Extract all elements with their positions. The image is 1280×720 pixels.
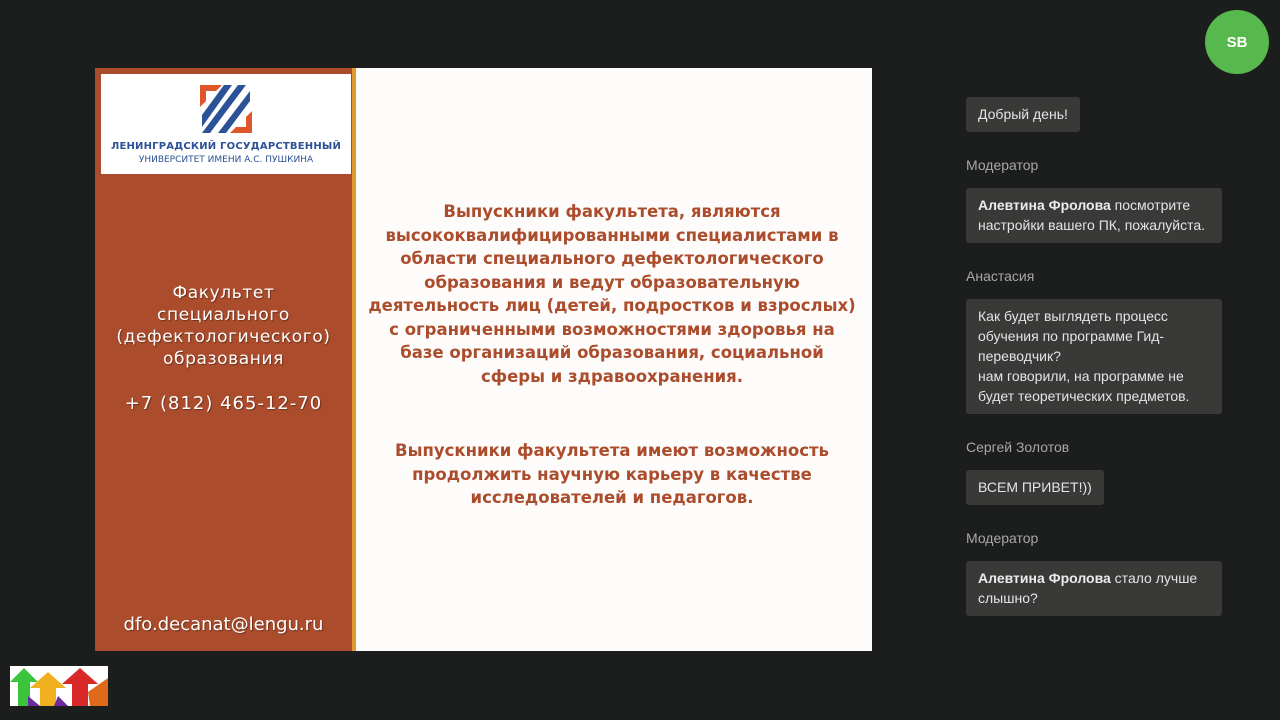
contact-phone: +7 (812) 465-12-70 xyxy=(124,393,323,414)
paragraph-line: сферы и здравоохранения. xyxy=(480,366,744,386)
chat-panel: Добрый день! Модератор Алевтина Фролова … xyxy=(966,97,1226,640)
paragraph-line: образования и ведут образовательную xyxy=(424,272,800,292)
faculty-name: Факультет специального (дефектологическо… xyxy=(95,282,352,370)
university-logo: ЛЕНИНГРАДСКИЙ ГОСУДАРСТВЕННЫЙ УНИВЕРСИТЕ… xyxy=(101,74,351,174)
faculty-line: (дефектологического) xyxy=(116,327,331,347)
paragraph-line: Выпускники факультета, являются xyxy=(443,202,781,221)
faculty-line: специального xyxy=(157,305,290,325)
user-avatar[interactable]: SB xyxy=(1205,10,1269,74)
paragraph-line: продолжить научную карьеру в качестве xyxy=(412,464,812,484)
paragraph-line: с ограниченными возможностями здоровья н… xyxy=(389,319,835,339)
university-name-line1: ЛЕНИНГРАДСКИЙ ГОСУДАРСТВЕННЫЙ xyxy=(110,141,342,152)
slide-paragraph-graduates: Выпускники факультета, являются высококв… xyxy=(365,200,859,388)
message-author: Сергей Золотов xyxy=(966,439,1070,455)
message-author: Модератор xyxy=(966,157,1039,173)
presentation-slide: ЛЕНИНГРАДСКИЙ ГОСУДАРСТВЕННЫЙ УНИВЕРСИТЕ… xyxy=(95,68,872,651)
paragraph-line: высококвалифицированными специалистами в xyxy=(385,225,839,245)
chat-message: Как будет выглядеть процесс обучения по … xyxy=(966,299,1222,414)
university-name-line2: УНИВЕРСИТЕТ ИМЕНИ А.С. ПУШКИНА xyxy=(138,155,314,165)
chat-message: Добрый день! xyxy=(966,97,1080,132)
paragraph-line: деятельность лиц (детей, подростков и вз… xyxy=(368,296,856,315)
paragraph-line: базе организаций образования, социальной xyxy=(400,343,824,362)
webinar-screen: ЛЕНИНГРАДСКИЙ ГОСУДАРСТВЕННЫЙ УНИВЕРСИТЕ… xyxy=(0,0,1280,720)
message-author: Модератор xyxy=(966,530,1039,546)
contact-email: dfo.decanat@lengu.ru xyxy=(123,614,324,635)
chat-message: ВСЕМ ПРИВЕТ!)) xyxy=(966,470,1104,505)
platform-logo xyxy=(10,666,108,706)
faculty-line: Факультет xyxy=(172,283,275,303)
message-text: ВСЕМ ПРИВЕТ!)) xyxy=(978,479,1092,495)
paragraph-line: исследователей и педагогов. xyxy=(470,488,754,507)
platform-arrows-icon xyxy=(10,668,108,706)
message-mention: Алевтина Фролова xyxy=(978,570,1111,586)
slide-sidebar: ЛЕНИНГРАДСКИЙ ГОСУДАРСТВЕННЫЙ УНИВЕРСИТЕ… xyxy=(95,68,352,651)
message-text: Добрый день! xyxy=(978,106,1068,122)
message-mention: Алевтина Фролова xyxy=(978,197,1111,213)
message-text: нам говорили, на программе не будет теор… xyxy=(978,368,1190,404)
paragraph-line: Выпускники факультета имеют возможность xyxy=(395,441,829,460)
university-emblem-icon xyxy=(200,85,252,133)
message-author: Анастасия xyxy=(966,268,1035,284)
message-text: Как будет выглядеть процесс обучения по … xyxy=(978,308,1168,364)
slide-paragraph-career: Выпускники факультета имеют возможность … xyxy=(365,439,859,510)
chat-message: Алевтина Фролова стало лучше слышно? xyxy=(966,561,1222,616)
paragraph-line: области специального дефектологического xyxy=(400,249,824,268)
chat-message: Алевтина Фролова посмотрите настройки ва… xyxy=(966,188,1222,243)
faculty-line: образования xyxy=(163,349,284,369)
slide-divider xyxy=(352,68,356,651)
